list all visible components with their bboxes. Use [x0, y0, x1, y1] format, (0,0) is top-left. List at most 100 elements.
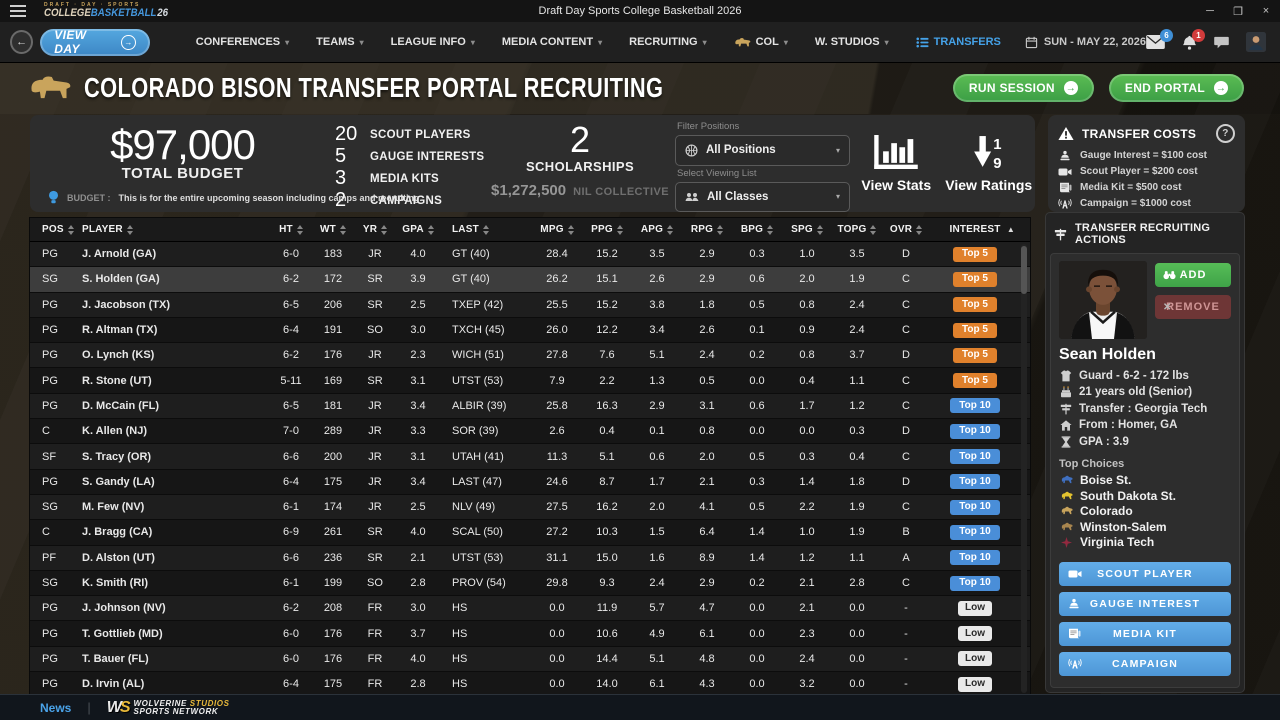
- nav-item-media-content[interactable]: MEDIA CONTENT▾: [502, 36, 602, 48]
- top-choice-south-dakota-st[interactable]: South Dakota St.: [1059, 489, 1231, 504]
- sort-icon: [127, 225, 133, 235]
- column-label: BPG: [741, 224, 763, 235]
- cell-wt: 169: [312, 375, 354, 387]
- cell-pos: PG: [30, 400, 68, 412]
- table-row[interactable]: CJ. Bragg (CA)6-9261SR4.0SCAL (50)27.210…: [30, 520, 1030, 545]
- cell-apg: 3.5: [632, 248, 682, 260]
- table-row[interactable]: PFD. Alston (UT)6-6236SR2.1UTST (53)31.1…: [30, 546, 1030, 571]
- table-row[interactable]: PGJ. Jacobson (TX)6-5206SR2.5TXEP (42)25…: [30, 293, 1030, 318]
- remove-button[interactable]: ✕ REMOVE: [1155, 295, 1231, 319]
- nav-item-col[interactable]: COL▾: [734, 36, 788, 48]
- interest-badge: Top 10: [950, 525, 999, 540]
- scrollbar-thumb[interactable]: [1021, 246, 1027, 294]
- table-row[interactable]: SGS. Holden (GA)6-2172SR3.9GT (40)26.215…: [30, 267, 1030, 292]
- add-button[interactable]: ADD: [1155, 263, 1231, 287]
- messages-button[interactable]: 6: [1146, 35, 1165, 49]
- top-choice-virginia-tech[interactable]: Virginia Tech: [1059, 535, 1231, 550]
- column-header-rpg[interactable]: RPG: [682, 224, 732, 235]
- table-row[interactable]: CK. Allen (NJ)7-0289JR3.3SOR (39)2.60.40…: [30, 419, 1030, 444]
- column-header-apg[interactable]: APG: [632, 224, 682, 235]
- column-header-ovr[interactable]: OVR: [882, 224, 930, 235]
- column-header-pos[interactable]: POS: [30, 224, 68, 235]
- nav-item-teams[interactable]: TEAMS▾: [316, 36, 364, 48]
- chevron-down-icon: ▾: [285, 38, 289, 47]
- news-link[interactable]: News: [40, 701, 71, 715]
- column-header-mpg[interactable]: MPG: [532, 224, 582, 235]
- table-row[interactable]: PGJ. Johnson (NV)6-2208FR3.0HS0.011.95.7…: [30, 596, 1030, 621]
- cell-ppg: 10.6: [582, 628, 632, 640]
- interest-badge: Low: [958, 601, 992, 616]
- cell-yr: FR: [354, 602, 396, 614]
- table-row[interactable]: SFS. Tracy (OR)6-6200JR3.1UTAH (41)11.35…: [30, 444, 1030, 469]
- table-row[interactable]: SGM. Few (NV)6-1174JR2.5NLV (49)27.516.2…: [30, 495, 1030, 520]
- maximize-button[interactable]: ❐: [1224, 5, 1252, 18]
- profile-avatar[interactable]: [1246, 32, 1266, 52]
- column-header-spg[interactable]: SPG: [782, 224, 832, 235]
- cell-spg: 1.4: [782, 476, 832, 488]
- column-header-player[interactable]: PLAYER: [68, 224, 270, 235]
- positions-dropdown[interactable]: All Positions ▾: [675, 135, 850, 166]
- transfer-costs-list: Gauge Interest = $100 costScout Player =…: [1058, 148, 1235, 211]
- media-kit-button[interactable]: MEDIA KIT: [1059, 622, 1231, 646]
- top-choice-boise-st[interactable]: Boise St.: [1059, 473, 1231, 488]
- network-logo[interactable]: WS WOLVERINE STUDIOS SPORTS NETWORK: [107, 700, 230, 716]
- top-choice-winston-salem[interactable]: Winston-Salem: [1059, 520, 1231, 535]
- view-stats-button[interactable]: View Stats: [850, 115, 943, 212]
- table-scrollbar[interactable]: [1021, 244, 1027, 693]
- campaign-button[interactable]: CAMPAIGN: [1059, 652, 1231, 676]
- table-row[interactable]: SGK. Smith (RI)6-1199SO2.8PROV (54)29.89…: [30, 571, 1030, 596]
- table-row[interactable]: PGJ. Arnold (GA)6-0183JR4.0GT (40)28.415…: [30, 242, 1030, 267]
- end-portal-button[interactable]: END PORTAL →: [1109, 74, 1244, 102]
- sort-icon: [916, 225, 922, 235]
- column-header-gpa[interactable]: GPA: [396, 224, 440, 235]
- people-icon: [685, 192, 699, 202]
- cell-apg: 5.7: [632, 602, 682, 614]
- filters-block: Filter Positions All Positions ▾ Select …: [675, 115, 850, 212]
- scout-player-button[interactable]: SCOUT PLAYER: [1059, 562, 1231, 586]
- column-header-topg[interactable]: TOPG: [832, 224, 882, 235]
- cell-apg: 1.6: [632, 552, 682, 564]
- nav-item-recruiting[interactable]: RECRUITING▾: [629, 36, 706, 48]
- table-row[interactable]: PGD. McCain (FL)6-5181JR3.4ALBIR (39)25.…: [30, 394, 1030, 419]
- column-header-wt[interactable]: WT: [312, 224, 354, 235]
- nav-item-transfers[interactable]: TRANSFERS: [916, 36, 1001, 48]
- view-day-button[interactable]: VIEW DAY →: [40, 29, 150, 56]
- column-header-bpg[interactable]: BPG: [732, 224, 782, 235]
- column-header-interest[interactable]: INTEREST▲: [930, 224, 1020, 235]
- run-session-button[interactable]: RUN SESSION →: [953, 74, 1094, 102]
- bison-icon: [734, 37, 751, 48]
- nav-item-conferences[interactable]: CONFERENCES▾: [196, 36, 289, 48]
- help-button[interactable]: ?: [1216, 124, 1235, 143]
- cell-ht: 6-1: [270, 577, 312, 589]
- table-row[interactable]: PGT. Gottlieb (MD)6-0176FR3.7HS0.010.64.…: [30, 621, 1030, 646]
- table-row[interactable]: PGR. Stone (UT)5-11169SR3.1UTST (53)7.92…: [30, 368, 1030, 393]
- table-row[interactable]: PGS. Gandy (LA)6-4175JR3.4LAST (47)24.68…: [30, 470, 1030, 495]
- table-row[interactable]: PGT. Bauer (FL)6-0176FR4.0HS0.014.45.14.…: [30, 647, 1030, 672]
- menu-icon[interactable]: [10, 10, 26, 12]
- top-choice-colorado[interactable]: Colorado: [1059, 504, 1231, 519]
- cell-last: GT (40): [440, 248, 532, 260]
- gauge-interest-button[interactable]: GAUGE INTEREST: [1059, 592, 1231, 616]
- alerts-button[interactable]: 1: [1182, 35, 1197, 50]
- table-row[interactable]: PGR. Altman (TX)6-4191SO3.0TXCH (45)26.0…: [30, 318, 1030, 343]
- column-header-last[interactable]: LAST: [440, 224, 532, 235]
- date-display[interactable]: SUN - MAY 22, 2026: [1025, 36, 1146, 49]
- chat-button[interactable]: [1214, 36, 1229, 49]
- cell-mpg: 27.5: [532, 501, 582, 513]
- counter-value: 3: [335, 169, 361, 188]
- back-button[interactable]: ←: [10, 30, 33, 54]
- column-header-yr[interactable]: YR: [354, 224, 396, 235]
- classes-dropdown[interactable]: All Classes ▾: [675, 182, 850, 213]
- cell-last: HS: [440, 678, 532, 690]
- cell-ovr: D: [882, 349, 930, 361]
- nav-item-league-info[interactable]: LEAGUE INFO▾: [391, 36, 475, 48]
- close-button[interactable]: ×: [1252, 5, 1280, 17]
- minimize-button[interactable]: ─: [1196, 5, 1224, 17]
- nav-item-w-studios[interactable]: W. STUDIOS▾: [815, 36, 889, 48]
- cell-ht: 6-6: [270, 552, 312, 564]
- view-ratings-button[interactable]: 19 View Ratings: [943, 115, 1036, 212]
- cell-gpa: 2.5: [396, 299, 440, 311]
- column-header-ppg[interactable]: PPG: [582, 224, 632, 235]
- table-row[interactable]: PGO. Lynch (KS)6-2176JR2.3WICH (51)27.87…: [30, 343, 1030, 368]
- column-header-ht[interactable]: HT: [270, 224, 312, 235]
